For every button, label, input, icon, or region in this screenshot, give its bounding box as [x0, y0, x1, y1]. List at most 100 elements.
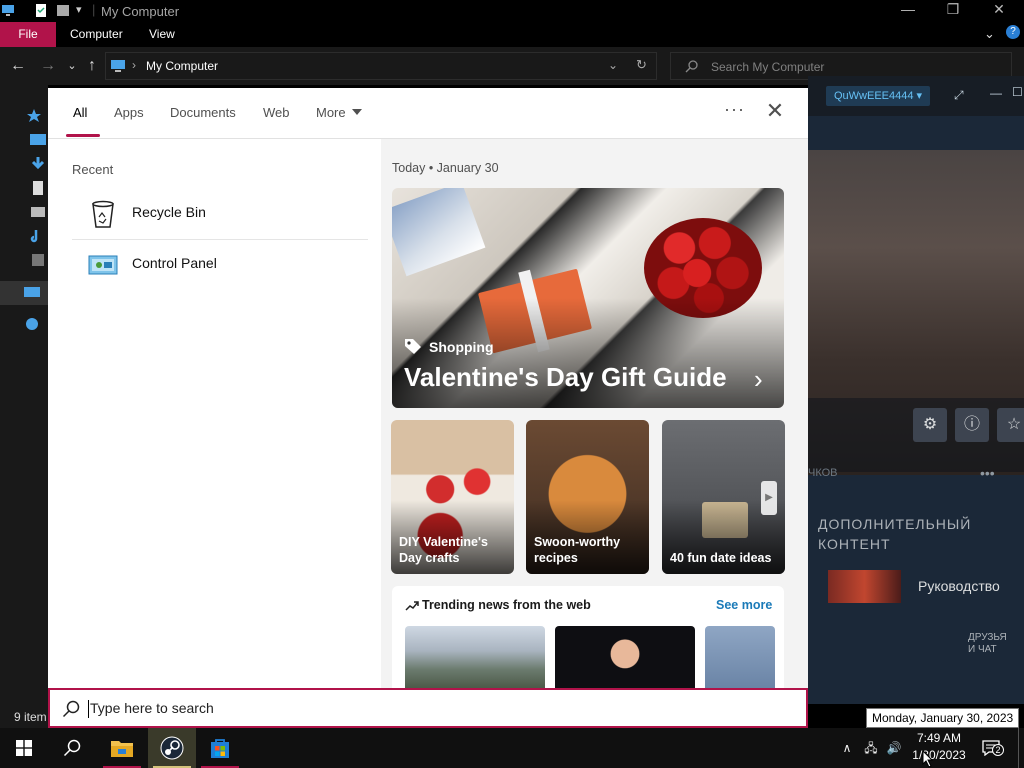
tab-apps[interactable]: Apps — [114, 105, 144, 120]
star-icon[interactable] — [26, 109, 42, 123]
card-recipes[interactable]: Swoon-worthy recipes — [526, 420, 649, 574]
close-button[interactable]: ✕ — [984, 1, 1014, 21]
dlc-section-title: ДОПОЛНИТЕЛЬНЫЙ КОНТЕНТ — [818, 514, 971, 554]
news-thumbnail[interactable] — [555, 626, 695, 688]
ribbon-tab-file[interactable]: File — [0, 22, 56, 47]
taskbar-store[interactable] — [196, 728, 244, 768]
more-options-icon[interactable]: ••• — [980, 465, 995, 481]
up-arrow-icon[interactable]: ↑ — [82, 56, 102, 76]
search-tabs: All Apps Documents Web More ··· ✕ — [48, 88, 808, 139]
recent-item-recycle-bin[interactable]: Recycle Bin — [72, 192, 368, 236]
trending-news: Trending news from the web See more — [392, 586, 784, 688]
music-icon[interactable] — [30, 229, 46, 243]
card-label: DIY Valentine's Day crafts — [399, 535, 488, 565]
properties-icon[interactable] — [34, 4, 48, 17]
computer-icon[interactable] — [24, 286, 40, 300]
start-button[interactable] — [0, 728, 48, 768]
search-flyout: All Apps Documents Web More ··· ✕ Recent… — [48, 88, 808, 688]
favorite-star-icon[interactable]: ☆ — [997, 408, 1024, 442]
breadcrumb-separator-icon: › — [132, 58, 136, 72]
videos-icon[interactable] — [30, 253, 46, 267]
info-icon[interactable]: ⓘ — [955, 408, 989, 442]
news-thumbnail[interactable] — [705, 626, 775, 688]
address-dropdown-icon[interactable]: ⌄ — [608, 58, 618, 72]
see-more-link[interactable]: See more — [716, 598, 772, 612]
recent-item-label: Recycle Bin — [132, 204, 206, 220]
big-picture-icon[interactable]: ⤢ — [954, 88, 964, 103]
recent-item-control-panel[interactable]: Control Panel — [72, 243, 368, 287]
computer-icon — [111, 60, 125, 72]
restore-button[interactable]: ❐ — [938, 1, 968, 21]
forward-arrow-icon[interactable]: → — [38, 56, 58, 76]
steam-username: QuWwEEE4444 — [834, 90, 914, 102]
downloads-icon[interactable] — [30, 157, 46, 171]
taskbar-steam[interactable] — [148, 728, 196, 768]
new-folder-icon[interactable] — [56, 4, 70, 17]
more-options-icon[interactable]: ··· — [724, 99, 745, 120]
hero-card[interactable]: Shopping Valentine's Day Gift Guide › — [392, 188, 784, 408]
back-arrow-icon[interactable]: ← — [8, 56, 28, 76]
network-icon[interactable]: 🖧 — [863, 740, 879, 756]
address-bar[interactable]: › My Computer ⌄ ↻ — [105, 52, 657, 80]
network-icon[interactable] — [24, 317, 40, 331]
mouse-cursor-icon — [922, 750, 934, 768]
friends-chat-button[interactable]: ДРУЗЬЯ И ЧАТ — [968, 632, 1007, 656]
tab-more[interactable]: More — [316, 105, 362, 120]
dlc-title-line1: ДОПОЛНИТЕЛЬНЫЙ — [818, 516, 972, 532]
recent-item-label: Control Panel — [132, 255, 217, 271]
explorer-titlebar: ▾ | My Computer — ❐ ✕ — [0, 0, 1024, 22]
help-icon[interactable]: ? — [1006, 25, 1020, 39]
tab-web[interactable]: Web — [263, 105, 290, 120]
quick-access-dropdown-icon[interactable]: ▾ — [76, 3, 82, 16]
chevron-right-icon: › — [754, 364, 763, 394]
news-thumbnail[interactable] — [405, 626, 545, 688]
volume-icon[interactable]: 🔊 — [886, 740, 902, 756]
hero-category: Shopping — [429, 339, 494, 355]
guide-item[interactable]: Руководство — [828, 570, 1024, 606]
steam-window: QuWwEEE4444 ▾ ⤢ — ☐ ⚙ ⓘ ☆ ЧКОВ ••• ДОПОЛ… — [808, 76, 1024, 704]
ribbon-tab-computer[interactable]: Computer — [56, 22, 137, 47]
tab-all[interactable]: All — [73, 105, 87, 120]
maximize-button[interactable]: ☐ — [1012, 85, 1023, 99]
carousel-next-button[interactable]: ▶ — [761, 481, 777, 515]
show-desktop-button[interactable] — [1018, 728, 1024, 768]
show-hidden-icons-icon[interactable]: ∧ — [839, 740, 855, 756]
titlebar-divider: | — [92, 2, 96, 17]
minimize-button[interactable]: — — [990, 86, 1002, 100]
status-bar-item-count: 9 item — [0, 705, 48, 729]
recent-locations-icon[interactable]: ⌄ — [62, 56, 82, 76]
chevron-down-icon[interactable]: ⌄ — [984, 26, 995, 42]
store-icon — [211, 739, 229, 758]
window-title: My Computer — [101, 4, 180, 19]
today-heading: Today • January 30 — [392, 161, 499, 175]
ribbon-tab-view[interactable]: View — [135, 22, 189, 47]
guide-label: Руководство — [918, 578, 1000, 594]
today-panel: Today • January 30 Shopping Valentine's … — [381, 139, 808, 688]
recent-panel: Recent Recycle Bin Control Panel — [48, 139, 381, 688]
refresh-icon[interactable]: ↻ — [636, 57, 647, 73]
clock-date: 1/30/2023 — [912, 748, 966, 762]
achievements-label: ЧКОВ — [808, 467, 838, 479]
documents-icon[interactable] — [30, 181, 46, 195]
minimize-button[interactable]: — — [893, 1, 923, 21]
taskbar-search-box[interactable]: Type here to search — [48, 688, 808, 728]
friends-line2: И ЧАТ — [968, 644, 997, 655]
steam-user-menu[interactable]: QuWwEEE4444 ▾ — [826, 86, 931, 106]
card-label: Swoon-worthy recipes — [534, 535, 621, 565]
action-center-button[interactable]: 2 — [980, 738, 1004, 758]
tab-documents[interactable]: Documents — [170, 105, 236, 120]
search-button[interactable] — [48, 728, 96, 768]
windows-logo-icon — [16, 740, 32, 756]
clock[interactable]: 7:49 AM 1/30/2023 — [904, 730, 974, 766]
card-diy-crafts[interactable]: DIY Valentine's Day crafts — [391, 420, 514, 574]
pictures-icon[interactable] — [30, 205, 46, 219]
desktop-icon[interactable] — [30, 133, 46, 147]
address-text: My Computer — [146, 59, 219, 73]
close-icon[interactable]: ✕ — [764, 100, 786, 122]
hero-title: Valentine's Day Gift Guide — [404, 362, 727, 392]
gear-icon[interactable]: ⚙ — [913, 408, 947, 442]
computer-icon — [2, 5, 14, 16]
taskbar: ∧ 🖧 🔊 7:49 AM 1/30/2023 2 — [0, 728, 1024, 768]
clock-time: 7:49 AM — [916, 731, 962, 745]
taskbar-file-explorer[interactable] — [98, 728, 146, 768]
